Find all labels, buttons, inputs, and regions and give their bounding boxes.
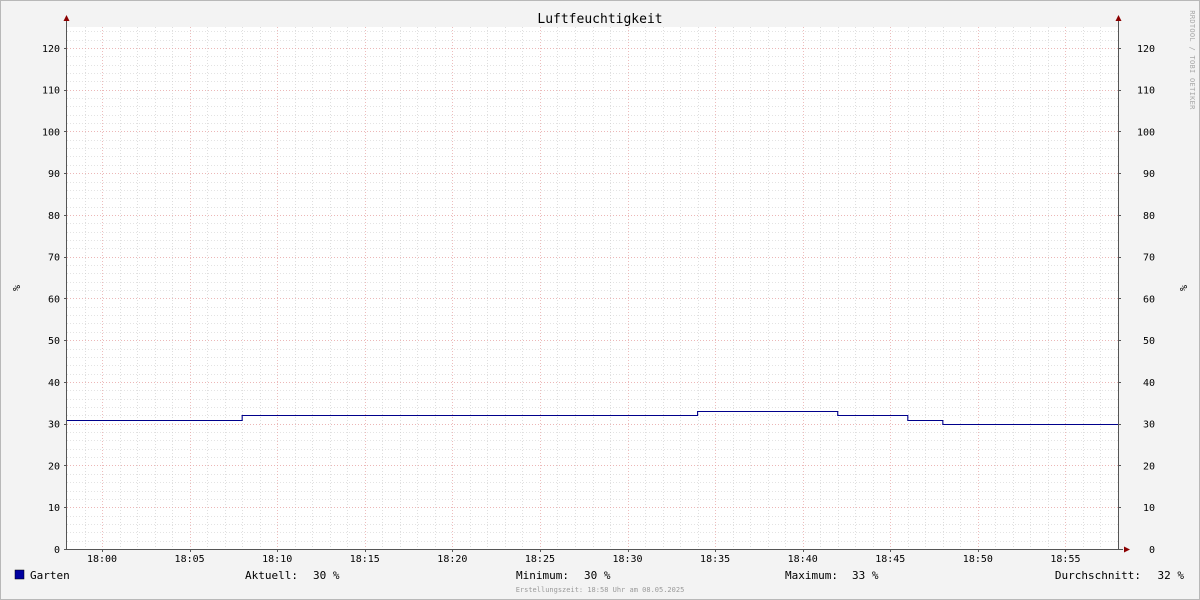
y-tick-label-right: 50: [1143, 336, 1155, 347]
y-tick-label-left: 120: [42, 44, 60, 55]
y-tick-label-left: 90: [48, 169, 60, 180]
x-tick-label: 18:45: [875, 554, 905, 565]
y-tick-label-right: 0: [1149, 545, 1155, 556]
x-tick-label: 18:30: [612, 554, 642, 565]
x-tick-label: 18:35: [700, 554, 730, 565]
x-tick-label: 18:05: [175, 554, 205, 565]
y-tick-label-left: 20: [48, 461, 60, 472]
y-tick-label-right: 120: [1137, 44, 1155, 55]
legend-current-label: Aktuell:: [245, 569, 298, 582]
humidity-chart: 0 0 10 10 20 20 30 30 40 40 50 50 60 60 70 70 80 80 90 90 10…: [0, 0, 1200, 600]
legend-average-label: Durchschnitt:: [1055, 569, 1141, 582]
y-tick-label-right: 100: [1137, 127, 1155, 138]
y-tick-label-left: 70: [48, 253, 60, 264]
y-tick-label-right: 20: [1143, 461, 1155, 472]
legend-swatch-garten: [14, 569, 25, 580]
legend-minimum-label: Minimum:: [516, 569, 569, 582]
y-tick-label-left: 40: [48, 378, 60, 389]
y-tick-label-left: 80: [48, 211, 60, 222]
y-tick-label-right: 10: [1143, 503, 1155, 514]
y-tick-label-right: 110: [1137, 86, 1155, 97]
legend-series-name: Garten: [30, 569, 70, 582]
chart-canvas: 0 0 10 10 20 20 30 30 40 40 50 50 60 60 70 70 80 80 90 90 10…: [0, 0, 1200, 600]
legend-average-value: 32 %: [1158, 569, 1185, 582]
x-tick-label: 18:00: [87, 554, 117, 565]
legend-maximum-label: Maximum:: [785, 569, 838, 582]
y-tick-label-left: 0: [54, 545, 60, 556]
y-tick-label-left: 110: [42, 86, 60, 97]
y-axis-unit-right: %: [1177, 285, 1188, 291]
y-tick-label-right: 80: [1143, 211, 1155, 222]
x-tick-label: 18:15: [350, 554, 380, 565]
footer-timestamp: Erstellungszeit: 18:58 Uhr am 08.05.2025: [516, 586, 685, 594]
chart-title: Luftfeuchtigkeit: [537, 12, 662, 27]
x-tick-label: 18:55: [1050, 554, 1080, 565]
x-tick-label: 18:50: [963, 554, 993, 565]
y-axis-unit-left: %: [10, 285, 21, 291]
y-tick-label-right: 60: [1143, 294, 1155, 305]
watermark: RRDTOOL / TOBI OETIKER: [1188, 10, 1196, 110]
x-tick-label: 18:20: [437, 554, 467, 565]
y-tick-label-left: 60: [48, 294, 60, 305]
x-tick-label: 18:10: [262, 554, 292, 565]
y-tick-label-right: 30: [1143, 420, 1155, 431]
x-tick-label: 18:25: [525, 554, 555, 565]
y-tick-label-left: 50: [48, 336, 60, 347]
y-tick-label-left: 100: [42, 127, 60, 138]
legend-current-value: 30 %: [313, 569, 340, 582]
legend-minimum-value: 30 %: [584, 569, 611, 582]
y-tick-label-left: 10: [48, 503, 60, 514]
y-tick-label-right: 70: [1143, 253, 1155, 264]
x-tick-label: 18:40: [788, 554, 818, 565]
legend-maximum-value: 33 %: [852, 569, 879, 582]
y-tick-label-left: 30: [48, 420, 60, 431]
y-tick-label-right: 40: [1143, 378, 1155, 389]
y-tick-label-right: 90: [1143, 169, 1155, 180]
